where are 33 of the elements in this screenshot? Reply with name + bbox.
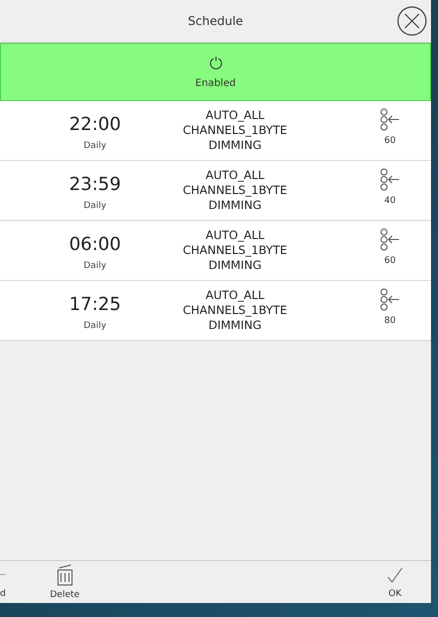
channels-icon xyxy=(380,288,400,310)
channels-icon xyxy=(380,168,400,190)
time-text: 23:59 xyxy=(69,174,121,195)
action-text: AUTO_ALL CHANNELS_1BYTE DIMMING xyxy=(182,288,288,333)
time-text: 17:25 xyxy=(69,294,121,315)
close-button[interactable] xyxy=(397,6,427,36)
schedule-row[interactable]: 22:00 Daily AUTO_ALL CHANNELS_1BYTE DIMMING 60 xyxy=(0,101,431,161)
trash-icon xyxy=(56,564,73,586)
value-text: 60 xyxy=(384,256,396,266)
repeat-text: Daily xyxy=(84,201,106,211)
ok-button[interactable]: OK xyxy=(387,565,403,599)
window-title: Schedule xyxy=(188,14,244,28)
schedule-row[interactable]: 06:00 Daily AUTO_ALL CHANNELS_1BYTE DIMMING 60 xyxy=(0,221,431,281)
repeat-text: Daily xyxy=(84,321,106,331)
repeat-text: Daily xyxy=(84,261,106,271)
value-text: 80 xyxy=(384,316,396,326)
action-text: AUTO_ALL CHANNELS_1BYTE DIMMING xyxy=(182,228,288,273)
repeat-text: Daily xyxy=(84,141,106,151)
channels-icon xyxy=(380,108,400,130)
add-button[interactable]: d xyxy=(0,565,6,599)
schedule-row[interactable]: 23:59 Daily AUTO_ALL CHANNELS_1BYTE DIMMING 40 xyxy=(0,161,431,221)
channels-icon xyxy=(380,228,400,250)
time-text: 22:00 xyxy=(69,114,121,135)
schedule-row[interactable]: 17:25 Daily AUTO_ALL CHANNELS_1BYTE DIMMING 80 xyxy=(0,281,431,341)
delete-button[interactable]: Delete xyxy=(50,564,80,600)
action-text: AUTO_ALL CHANNELS_1BYTE DIMMING xyxy=(182,168,288,213)
value-text: 40 xyxy=(384,196,396,206)
action-text: AUTO_ALL CHANNELS_1BYTE DIMMING xyxy=(182,108,288,153)
time-text: 06:00 xyxy=(69,234,121,255)
value-text: 60 xyxy=(384,136,396,146)
power-icon xyxy=(208,55,222,70)
enable-toggle[interactable]: Enabled xyxy=(0,43,431,101)
check-icon xyxy=(387,565,403,585)
